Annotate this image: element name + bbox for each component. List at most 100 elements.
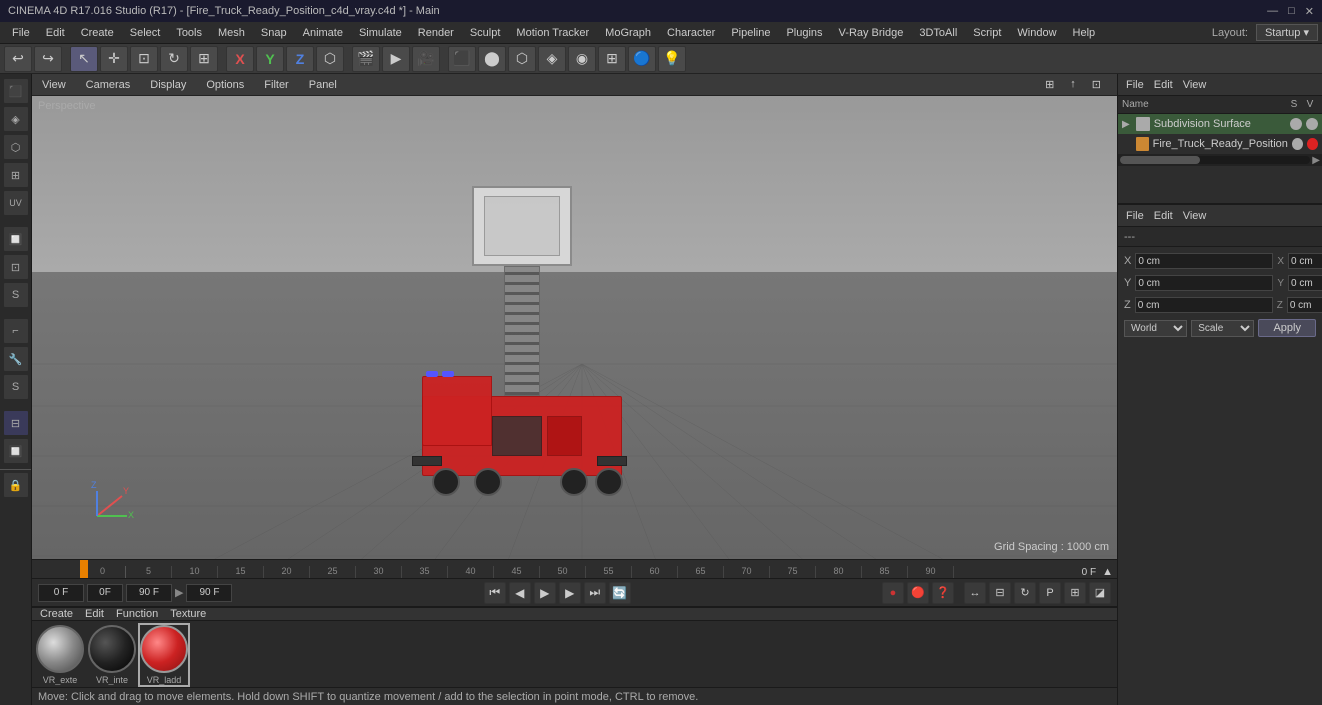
- y-axis-button[interactable]: Y: [256, 46, 284, 72]
- attr-y-pos[interactable]: [1135, 275, 1273, 291]
- material-vr-exte[interactable]: VR_exte: [36, 625, 84, 685]
- attr-file-btn[interactable]: File: [1122, 210, 1148, 222]
- menu-select[interactable]: Select: [122, 27, 169, 39]
- viewport-icon-1[interactable]: ⊞: [1039, 78, 1060, 91]
- menu-help[interactable]: Help: [1065, 27, 1104, 39]
- obj-dot-s2[interactable]: [1292, 138, 1303, 150]
- render-view-button[interactable]: ▶: [382, 46, 410, 72]
- last-frame-button[interactable]: ⏭: [584, 582, 606, 604]
- viewport-icon-3[interactable]: ⊡: [1086, 78, 1107, 91]
- timeline-grid-btn[interactable]: ⊞: [1064, 582, 1086, 604]
- apply-button[interactable]: Apply: [1258, 319, 1316, 337]
- menu-snap[interactable]: Snap: [253, 27, 295, 39]
- tool7-button[interactable]: 🔵: [628, 46, 656, 72]
- menu-animate[interactable]: Animate: [295, 27, 351, 39]
- render-region-button[interactable]: 🎬: [352, 46, 380, 72]
- tool3-button[interactable]: ⬡: [508, 46, 536, 72]
- loop-button[interactable]: 🔄: [609, 582, 631, 604]
- auto-key-button[interactable]: 🔴: [907, 582, 929, 604]
- menu-mesh[interactable]: Mesh: [210, 27, 253, 39]
- maximize-button[interactable]: □: [1288, 5, 1295, 18]
- tool-c[interactable]: S: [3, 374, 29, 400]
- record-button[interactable]: ●: [882, 582, 904, 604]
- x-axis-button[interactable]: X: [226, 46, 254, 72]
- menu-character[interactable]: Character: [659, 27, 723, 39]
- mode-objects[interactable]: ⊞: [3, 162, 29, 188]
- tool4-button[interactable]: ◈: [538, 46, 566, 72]
- timeline-scale-btn[interactable]: ⊟: [989, 582, 1011, 604]
- viewport-icon-2[interactable]: ↑: [1064, 78, 1082, 91]
- mode-points[interactable]: ⬛: [3, 78, 29, 104]
- mat-function-btn[interactable]: Function: [112, 608, 162, 620]
- mat-create-btn[interactable]: Create: [36, 608, 77, 620]
- lock-btn[interactable]: 🔒: [3, 472, 29, 498]
- tool-a[interactable]: ⌐: [3, 318, 29, 344]
- mat-edit-btn[interactable]: Edit: [81, 608, 108, 620]
- end-frame-input[interactable]: [186, 584, 232, 602]
- redo-button[interactable]: ↪: [34, 46, 62, 72]
- menu-file[interactable]: File: [4, 27, 38, 39]
- menu-edit[interactable]: Edit: [38, 27, 73, 39]
- menu-vray[interactable]: V-Ray Bridge: [831, 27, 912, 39]
- world-selector[interactable]: World Object: [1124, 320, 1187, 337]
- light-button[interactable]: 💡: [658, 46, 686, 72]
- frame-indicator[interactable]: [80, 560, 88, 579]
- obj-dot-v1[interactable]: [1306, 118, 1318, 130]
- obj-scrollbar[interactable]: ▶: [1118, 154, 1322, 166]
- z-axis-button[interactable]: Z: [286, 46, 314, 72]
- viewport-filter-menu[interactable]: Filter: [258, 79, 294, 91]
- menu-window[interactable]: Window: [1009, 27, 1064, 39]
- menu-sculpt[interactable]: Sculpt: [462, 27, 509, 39]
- viewport-canvas[interactable]: Perspective Y X Z Grid Spacing : 1000 cm: [32, 96, 1117, 559]
- scale-tool-button[interactable]: ⊡: [130, 46, 158, 72]
- transform-tool-button[interactable]: ⊞: [190, 46, 218, 72]
- menu-motion-tracker[interactable]: Motion Tracker: [508, 27, 597, 39]
- menu-script[interactable]: Script: [965, 27, 1009, 39]
- material-vr-ladd[interactable]: VR_ladd: [140, 625, 188, 685]
- timeline-view-btn[interactable]: ◪: [1089, 582, 1111, 604]
- tool5-button[interactable]: ◉: [568, 46, 596, 72]
- menu-mograph[interactable]: MoGraph: [597, 27, 659, 39]
- obj-dot-v2[interactable]: [1307, 138, 1318, 150]
- timeline-move-btn[interactable]: ↔: [964, 582, 986, 604]
- move-tool-button[interactable]: ✛: [100, 46, 128, 72]
- viewport-display-menu[interactable]: Display: [144, 79, 192, 91]
- solo-btn[interactable]: S: [3, 282, 29, 308]
- attr-y-val2[interactable]: [1288, 275, 1322, 291]
- viewport-view-menu[interactable]: View: [36, 79, 72, 91]
- rotate-tool-button[interactable]: ↻: [160, 46, 188, 72]
- snap-btn[interactable]: 🔲: [3, 226, 29, 252]
- menu-simulate[interactable]: Simulate: [351, 27, 410, 39]
- first-frame-button[interactable]: ⏮: [484, 582, 506, 604]
- sphere-button[interactable]: ⬤: [478, 46, 506, 72]
- prev-frame-button[interactable]: ◀: [509, 582, 531, 604]
- attr-x-val2[interactable]: [1288, 253, 1322, 269]
- mode-edges[interactable]: ◈: [3, 106, 29, 132]
- cube-button[interactable]: ⬛: [448, 46, 476, 72]
- menu-plugins[interactable]: Plugins: [778, 27, 830, 39]
- timeline-rot-btn[interactable]: ↻: [1014, 582, 1036, 604]
- menu-render[interactable]: Render: [410, 27, 462, 39]
- mode-uv[interactable]: UV: [3, 190, 29, 216]
- min-frame-input[interactable]: [87, 584, 123, 602]
- minimize-button[interactable]: —: [1267, 5, 1278, 18]
- current-frame-input[interactable]: [38, 584, 84, 602]
- obj-file-btn[interactable]: File: [1122, 79, 1148, 91]
- scroll-arrow-right[interactable]: ▶: [1310, 155, 1320, 166]
- attr-z-pos[interactable]: [1135, 297, 1273, 313]
- next-frame-button[interactable]: ▶: [559, 582, 581, 604]
- obj-item-subdivision[interactable]: ▶ Subdivision Surface: [1118, 114, 1322, 134]
- select-tool-button[interactable]: ↖: [70, 46, 98, 72]
- obj-dot-s1[interactable]: [1290, 118, 1302, 130]
- mode-1[interactable]: ⊟: [3, 410, 29, 436]
- max-frame-input[interactable]: [126, 584, 172, 602]
- mat-texture-btn[interactable]: Texture: [166, 608, 210, 620]
- axis-btn[interactable]: ⊡: [3, 254, 29, 280]
- viewport-options-menu[interactable]: Options: [200, 79, 250, 91]
- all-axis-button[interactable]: ⬡: [316, 46, 344, 72]
- menu-create[interactable]: Create: [73, 27, 122, 39]
- undo-button[interactable]: ↩: [4, 46, 32, 72]
- close-button[interactable]: ✕: [1305, 5, 1314, 18]
- scale-selector[interactable]: Scale: [1191, 320, 1254, 337]
- mode-polygons[interactable]: ⬡: [3, 134, 29, 160]
